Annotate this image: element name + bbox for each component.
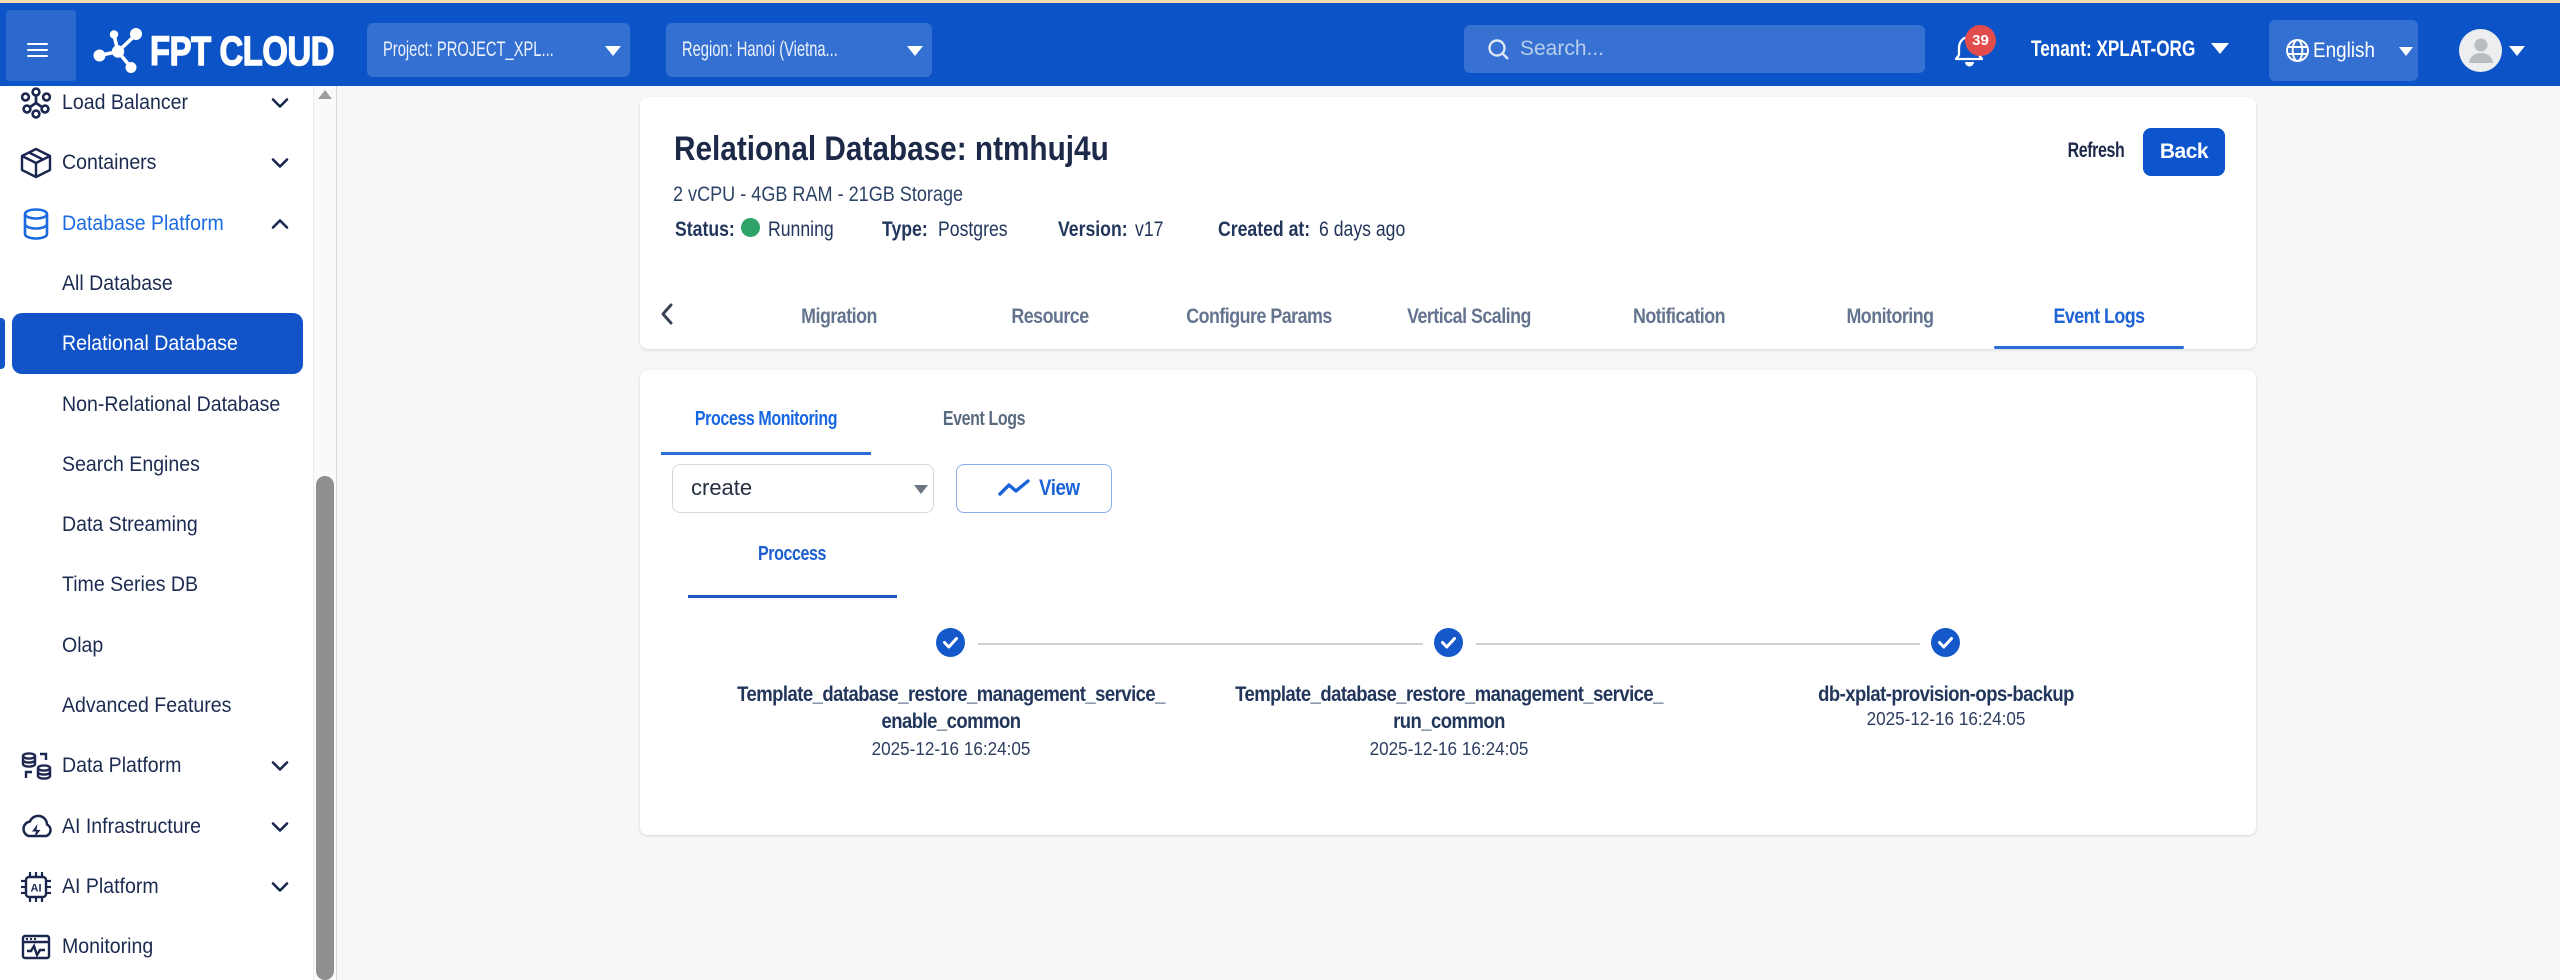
svg-text:AI: AI — [31, 882, 42, 894]
